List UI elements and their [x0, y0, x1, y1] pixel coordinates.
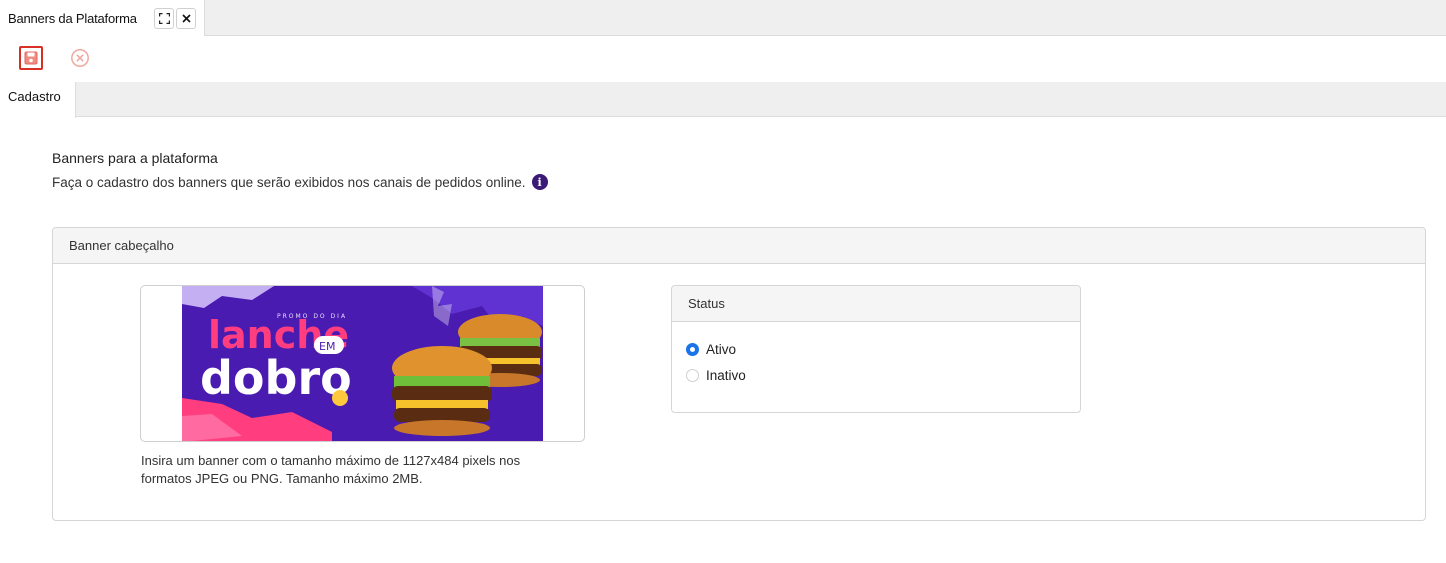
maximize-icon-svg: [158, 13, 170, 24]
status-option-inativo[interactable]: Inativo: [686, 368, 746, 383]
window-tab-banners[interactable]: Banners da Plataforma: [0, 0, 205, 37]
page-description: Faça o cadastro dos banners que serão ex…: [52, 174, 548, 190]
status-card: Status Ativo Inativo: [671, 285, 1081, 413]
info-icon[interactable]: i: [531, 174, 548, 190]
banner-size-hint: Insira um banner com o tamanho máximo de…: [141, 452, 591, 488]
banner-image: PROMO DO DIA lanche EM dobro: [182, 286, 543, 441]
radio-ativo[interactable]: [686, 343, 699, 356]
page-title: Banners para a plataforma: [52, 150, 218, 166]
close-icon[interactable]: [176, 8, 196, 29]
floppy-disk-icon: [24, 51, 38, 65]
cancel-circle-icon: [71, 49, 89, 67]
tab-cadastro[interactable]: Cadastro: [0, 82, 76, 118]
save-button[interactable]: [19, 46, 43, 70]
maximize-icon[interactable]: [154, 8, 174, 29]
banner-word-dobro: dobro: [200, 351, 352, 405]
content-tab-strip: Cadastro: [0, 82, 1446, 118]
banner-image-upload[interactable]: PROMO DO DIA lanche EM dobro: [140, 285, 585, 442]
radio-ativo-label: Ativo: [706, 342, 737, 357]
toolbar: [0, 36, 1446, 82]
radio-inativo[interactable]: [686, 369, 699, 382]
page-description-text: Faça o cadastro dos banners que serão ex…: [52, 174, 526, 190]
status-option-ativo[interactable]: Ativo: [686, 342, 736, 357]
banner-panel-title: Banner cabeçalho: [53, 228, 1425, 264]
cancel-button[interactable]: [69, 47, 91, 69]
banner-header-panel: Banner cabeçalho PROMO DO DIA lanche EM …: [52, 227, 1426, 521]
banner-hint-line1: Insira um banner com o tamanho máximo de…: [141, 453, 521, 468]
radio-inativo-label: Inativo: [706, 368, 746, 383]
window-tab-bar: Banners da Plataforma: [0, 0, 1446, 37]
status-title: Status: [672, 286, 1080, 322]
banner-hint-line2: formatos JPEG ou PNG. Tamanho máximo 2MB…: [141, 471, 423, 486]
close-icon-svg: [181, 14, 191, 23]
window-tab-title: Banners da Plataforma: [8, 11, 137, 26]
